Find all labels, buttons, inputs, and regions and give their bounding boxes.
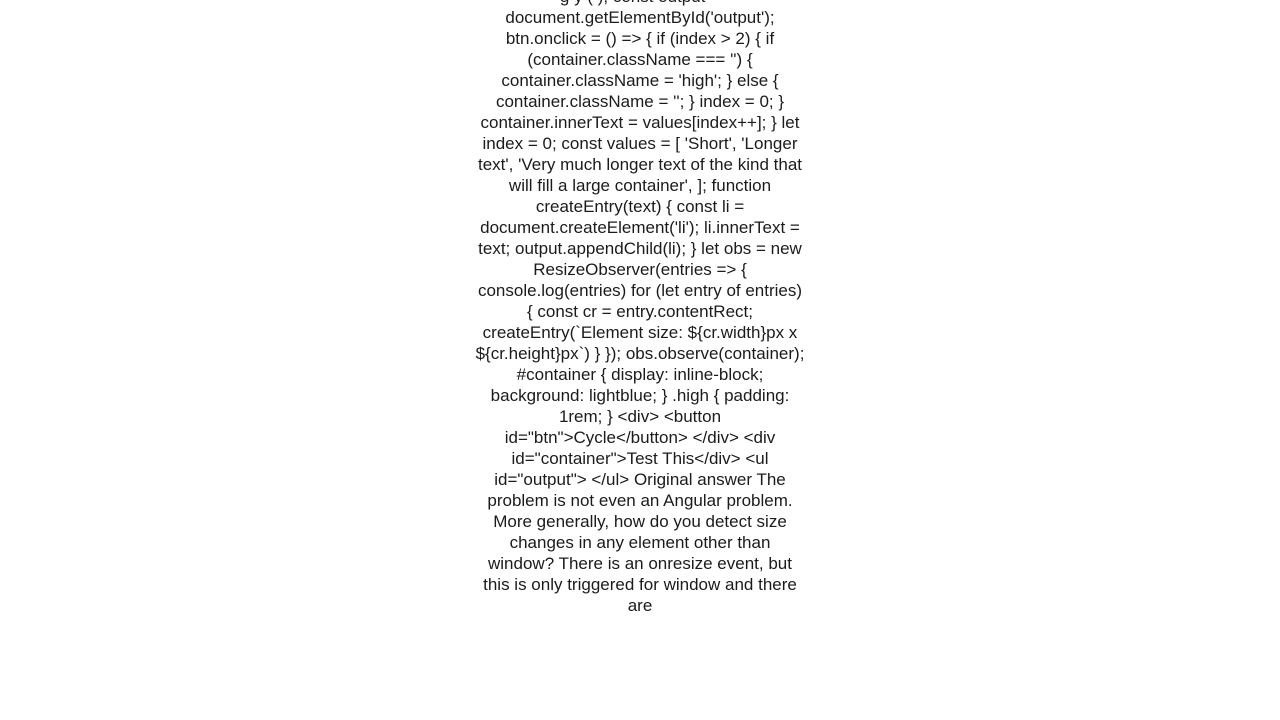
original-answer-heading: Original answer xyxy=(634,470,757,489)
code-fragment-top: g y ( ); xyxy=(560,0,608,6)
viewport: g y ( ); const output = document.getElem… xyxy=(0,0,1280,720)
code-js-block: const output = document.getElementById('… xyxy=(476,0,805,363)
original-answer-body: The problem is not even an Angular probl… xyxy=(483,470,797,615)
answer-text-column: g y ( ); const output = document.getElem… xyxy=(475,0,805,616)
